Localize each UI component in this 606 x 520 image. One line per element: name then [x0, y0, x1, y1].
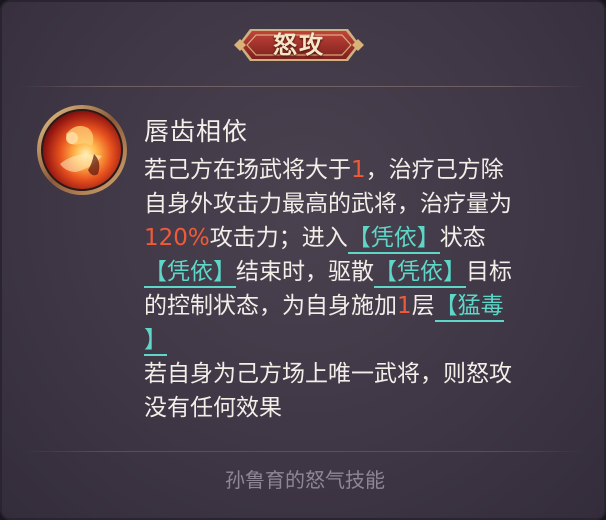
- highlight-number: 120%: [144, 225, 210, 251]
- description-text: 目标: [466, 259, 512, 285]
- description-line: 没有任何效果: [144, 391, 584, 425]
- description-text: 若自身为己方场上唯一武将，则怒攻: [144, 361, 512, 387]
- status-keyword-link[interactable]: 】: [144, 327, 167, 356]
- description-text: 层: [411, 293, 435, 319]
- highlight-number: 1: [351, 157, 366, 183]
- description-line: 【凭依】结束时，驱散【凭依】目标: [144, 255, 584, 289]
- status-keyword-link[interactable]: 【凭依】: [347, 225, 440, 254]
- description-line: 】: [144, 323, 584, 357]
- description-line: 的控制状态，为自身施加1层【猛毒: [144, 289, 584, 323]
- status-keyword-link[interactable]: 【凭依】: [144, 259, 236, 288]
- description-line: 120%攻击力；进入【凭依】状态: [144, 221, 584, 255]
- skill-name: 唇齿相依: [144, 117, 249, 146]
- description-line: 若自身为己方场上唯一武将，则怒攻: [144, 357, 584, 391]
- skill-owner-caption: 孙鲁育的怒气技能: [225, 468, 385, 492]
- flame-skill-portrait-icon: [36, 104, 128, 196]
- skill-type-banner: 怒攻: [234, 23, 364, 67]
- description-text: 攻击力；进入: [209, 225, 348, 251]
- skill-tooltip-panel: 怒攻 唇齿相依 若己方在场武将大于1，治疗己方除 自身外攻击力最高的武将，治疗量…: [0, 0, 606, 520]
- description-line: 若己方在场武将大于1，治疗己方除: [144, 153, 584, 187]
- description-text: 若己方在场武将大于: [144, 157, 351, 183]
- description-text: 状态: [439, 225, 486, 251]
- description-text: ，治疗己方除: [365, 157, 504, 183]
- description-line: 自身外攻击力最高的武将，治疗量为: [144, 187, 584, 221]
- banner-title: 怒攻: [273, 30, 325, 59]
- status-keyword-link[interactable]: 【凭依】: [374, 259, 466, 288]
- status-keyword-link[interactable]: 【猛毒: [434, 293, 504, 322]
- skill-description: 若己方在场武将大于1，治疗己方除 自身外攻击力最高的武将，治疗量为 120%攻击力；…: [144, 153, 584, 425]
- description-text: 自身外攻击力最高的武将，治疗量为: [144, 191, 512, 217]
- description-text: 没有任何效果: [144, 395, 282, 421]
- description-text: 的控制状态，为自身施加: [144, 293, 397, 319]
- divider-top: [20, 86, 586, 87]
- divider-bottom: [20, 451, 586, 452]
- description-text: 结束时，驱散: [236, 259, 374, 285]
- highlight-number: 1: [397, 293, 412, 319]
